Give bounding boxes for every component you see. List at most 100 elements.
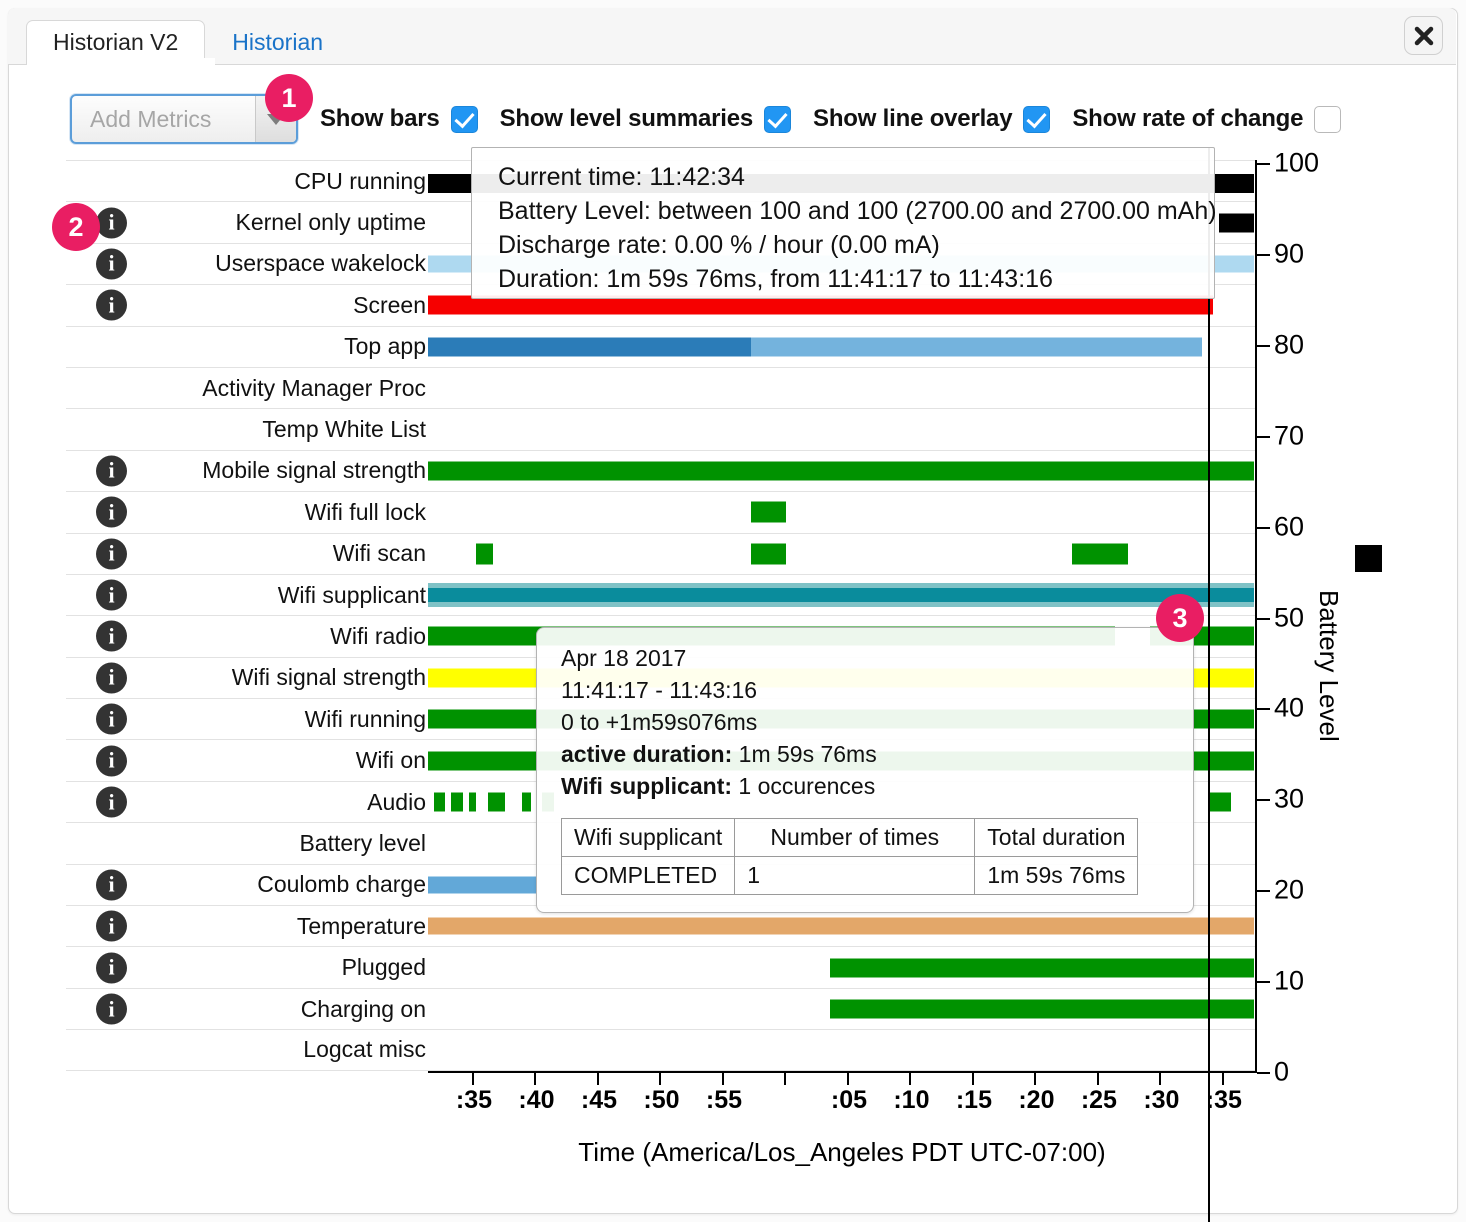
timeline-segment[interactable] — [428, 917, 1254, 935]
timeline-segment[interactable] — [428, 876, 536, 894]
info-icon[interactable]: i — [96, 993, 127, 1025]
timeline-row-wifi-scan[interactable] — [428, 532, 1256, 574]
timeline-segment[interactable] — [428, 461, 1254, 481]
metric-row-wifi-scan[interactable]: i Wifi scan — [66, 532, 428, 574]
metric-label: Kernel only uptime — [235, 209, 427, 236]
info-icon[interactable]: i — [96, 248, 127, 280]
x-tick — [846, 1073, 849, 1085]
x-tick-label: :50 — [643, 1086, 680, 1114]
metric-row-wifi-full-lock[interactable]: i Wifi full lock — [66, 491, 428, 532]
timeline-row-top-app[interactable] — [428, 325, 1256, 367]
info-icon-glyph: i — [108, 706, 115, 732]
info-icon[interactable]: i — [96, 703, 127, 735]
tooltip-duration: Duration: 1m 59s 76ms, from 11:41:17 to … — [498, 265, 1053, 293]
metric-row-charging-on[interactable]: i Charging on — [66, 987, 428, 1029]
info-icon[interactable]: i — [96, 869, 127, 901]
info-icon[interactable]: i — [96, 745, 127, 777]
metric-row-kernel-only-uptime[interactable]: i Kernel only uptime — [66, 201, 428, 242]
x-tick — [1221, 1073, 1224, 1085]
metric-row-audio[interactable]: i Audio — [66, 780, 428, 822]
info-icon[interactable]: i — [96, 538, 127, 570]
x-tick — [659, 1073, 662, 1085]
timeline-segment[interactable] — [829, 958, 1254, 978]
timeline-segment[interactable] — [451, 792, 463, 812]
timeline-row-wifi-supplicant[interactable] — [428, 573, 1256, 615]
timeline-segment[interactable] — [1218, 213, 1254, 233]
info-icon[interactable]: i — [96, 207, 127, 239]
table-row: COMPLETED 1 1m 59s 76ms — [560, 856, 1139, 895]
info-icon[interactable]: i — [96, 289, 127, 321]
y-tick-label: 50 — [1274, 602, 1305, 632]
info-icon[interactable]: i — [96, 579, 127, 611]
metric-row-screen[interactable]: i Screen — [66, 284, 428, 325]
metric-row-logcat-misc[interactable]: Logcat misc — [66, 1029, 428, 1071]
timeline-segment[interactable] — [1072, 543, 1128, 565]
time-cursor-line — [1208, 148, 1210, 1222]
metric-row-temp-white-list[interactable]: Temp White List — [66, 408, 428, 449]
y-tick — [1257, 981, 1270, 984]
tooltip-current-time: Current time: 11:42:34 — [498, 163, 745, 191]
metric-row-activity-manager-proc[interactable]: Activity Manager Proc — [66, 366, 428, 408]
timeline-row-activity-manager-proc[interactable] — [428, 366, 1256, 408]
info-icon[interactable]: i — [96, 662, 127, 694]
timeline-row-plugged[interactable] — [428, 946, 1256, 987]
metric-row-mobile-signal-strength[interactable]: i Mobile signal strength — [66, 449, 428, 491]
timeline-row-mobile-signal-strength[interactable] — [428, 449, 1256, 491]
metric-label: Plugged — [341, 954, 426, 981]
info-icon-glyph: i — [108, 871, 115, 897]
timeline-segment[interactable] — [468, 792, 476, 812]
metric-row-userspace-wakelock[interactable]: i Userspace wakelock — [66, 242, 428, 284]
metric-row-wifi-supplicant[interactable]: i Wifi supplicant — [66, 573, 428, 615]
metric-row-wifi-signal-strength[interactable]: i Wifi signal strength — [66, 656, 428, 698]
timeline-segment[interactable] — [428, 337, 751, 357]
info-icon[interactable]: i — [96, 620, 127, 652]
timeline-segment[interactable] — [487, 792, 505, 812]
timeline-row-charging-on[interactable] — [428, 987, 1256, 1029]
x-tick-label: :25 — [1080, 1086, 1117, 1114]
metric-row-temperature[interactable]: i Temperature — [66, 905, 428, 946]
y-tick-label: 70 — [1274, 420, 1305, 451]
info-icon-glyph: i — [108, 250, 115, 276]
x-tick — [471, 1073, 474, 1085]
active-tab-underlay — [27, 58, 215, 66]
info-icon-glyph: i — [108, 664, 115, 690]
tooltip-active-duration: active duration: 1m 59s 76ms — [561, 738, 1193, 770]
timeline-segment[interactable] — [1210, 792, 1232, 812]
table-header-count: Number of times — [734, 818, 976, 857]
metric-row-top-app[interactable]: Top app — [66, 325, 428, 367]
metric-row-wifi-on[interactable]: i Wifi on — [66, 739, 428, 780]
timeline-segment[interactable] — [433, 792, 446, 812]
metric-row-cpu-running[interactable]: CPU running — [66, 160, 428, 201]
timeline-row-wifi-full-lock[interactable] — [428, 491, 1256, 532]
metric-label: Screen — [353, 291, 426, 318]
timeline-segment[interactable] — [522, 792, 531, 812]
timeline-row-temp-white-list[interactable] — [428, 408, 1256, 449]
timeline-segment[interactable] — [428, 588, 1254, 603]
info-icon[interactable]: i — [96, 455, 127, 487]
y-tick-label: 20 — [1274, 874, 1305, 905]
tooltip-occurrences: Wifi supplicant: 1 occurences — [561, 770, 1193, 802]
metric-row-battery-level[interactable]: Battery level — [66, 822, 428, 863]
timeline-segment[interactable] — [829, 999, 1254, 1019]
x-tick-label: :35 — [1205, 1086, 1242, 1114]
wifi-supplicant-table: Wifi supplicant Number of times Total du… — [560, 818, 1139, 895]
timeline-segment[interactable] — [750, 543, 786, 565]
timeline-segment[interactable] — [476, 543, 494, 565]
metric-row-coulomb-charge[interactable]: i Coulomb charge — [66, 863, 428, 905]
metric-label: Logcat misc — [303, 1036, 426, 1063]
info-icon-glyph: i — [108, 913, 115, 939]
metric-row-wifi-running[interactable]: i Wifi running — [66, 698, 428, 739]
timeline-segment[interactable] — [750, 337, 1203, 357]
timeline-segment[interactable] — [750, 501, 786, 523]
x-tick-label: :40 — [518, 1086, 555, 1114]
metric-label: Activity Manager Proc — [202, 374, 426, 401]
x-tick-label: :15 — [955, 1086, 992, 1114]
timeline-row-logcat-misc[interactable] — [428, 1029, 1256, 1071]
metric-row-plugged[interactable]: i Plugged — [66, 946, 428, 987]
info-icon[interactable]: i — [96, 786, 127, 818]
info-icon[interactable]: i — [96, 496, 127, 528]
info-icon[interactable]: i — [96, 952, 127, 984]
info-icon[interactable]: i — [96, 910, 127, 942]
metric-row-wifi-radio[interactable]: i Wifi radio — [66, 615, 428, 656]
info-icon-glyph: i — [108, 747, 115, 773]
